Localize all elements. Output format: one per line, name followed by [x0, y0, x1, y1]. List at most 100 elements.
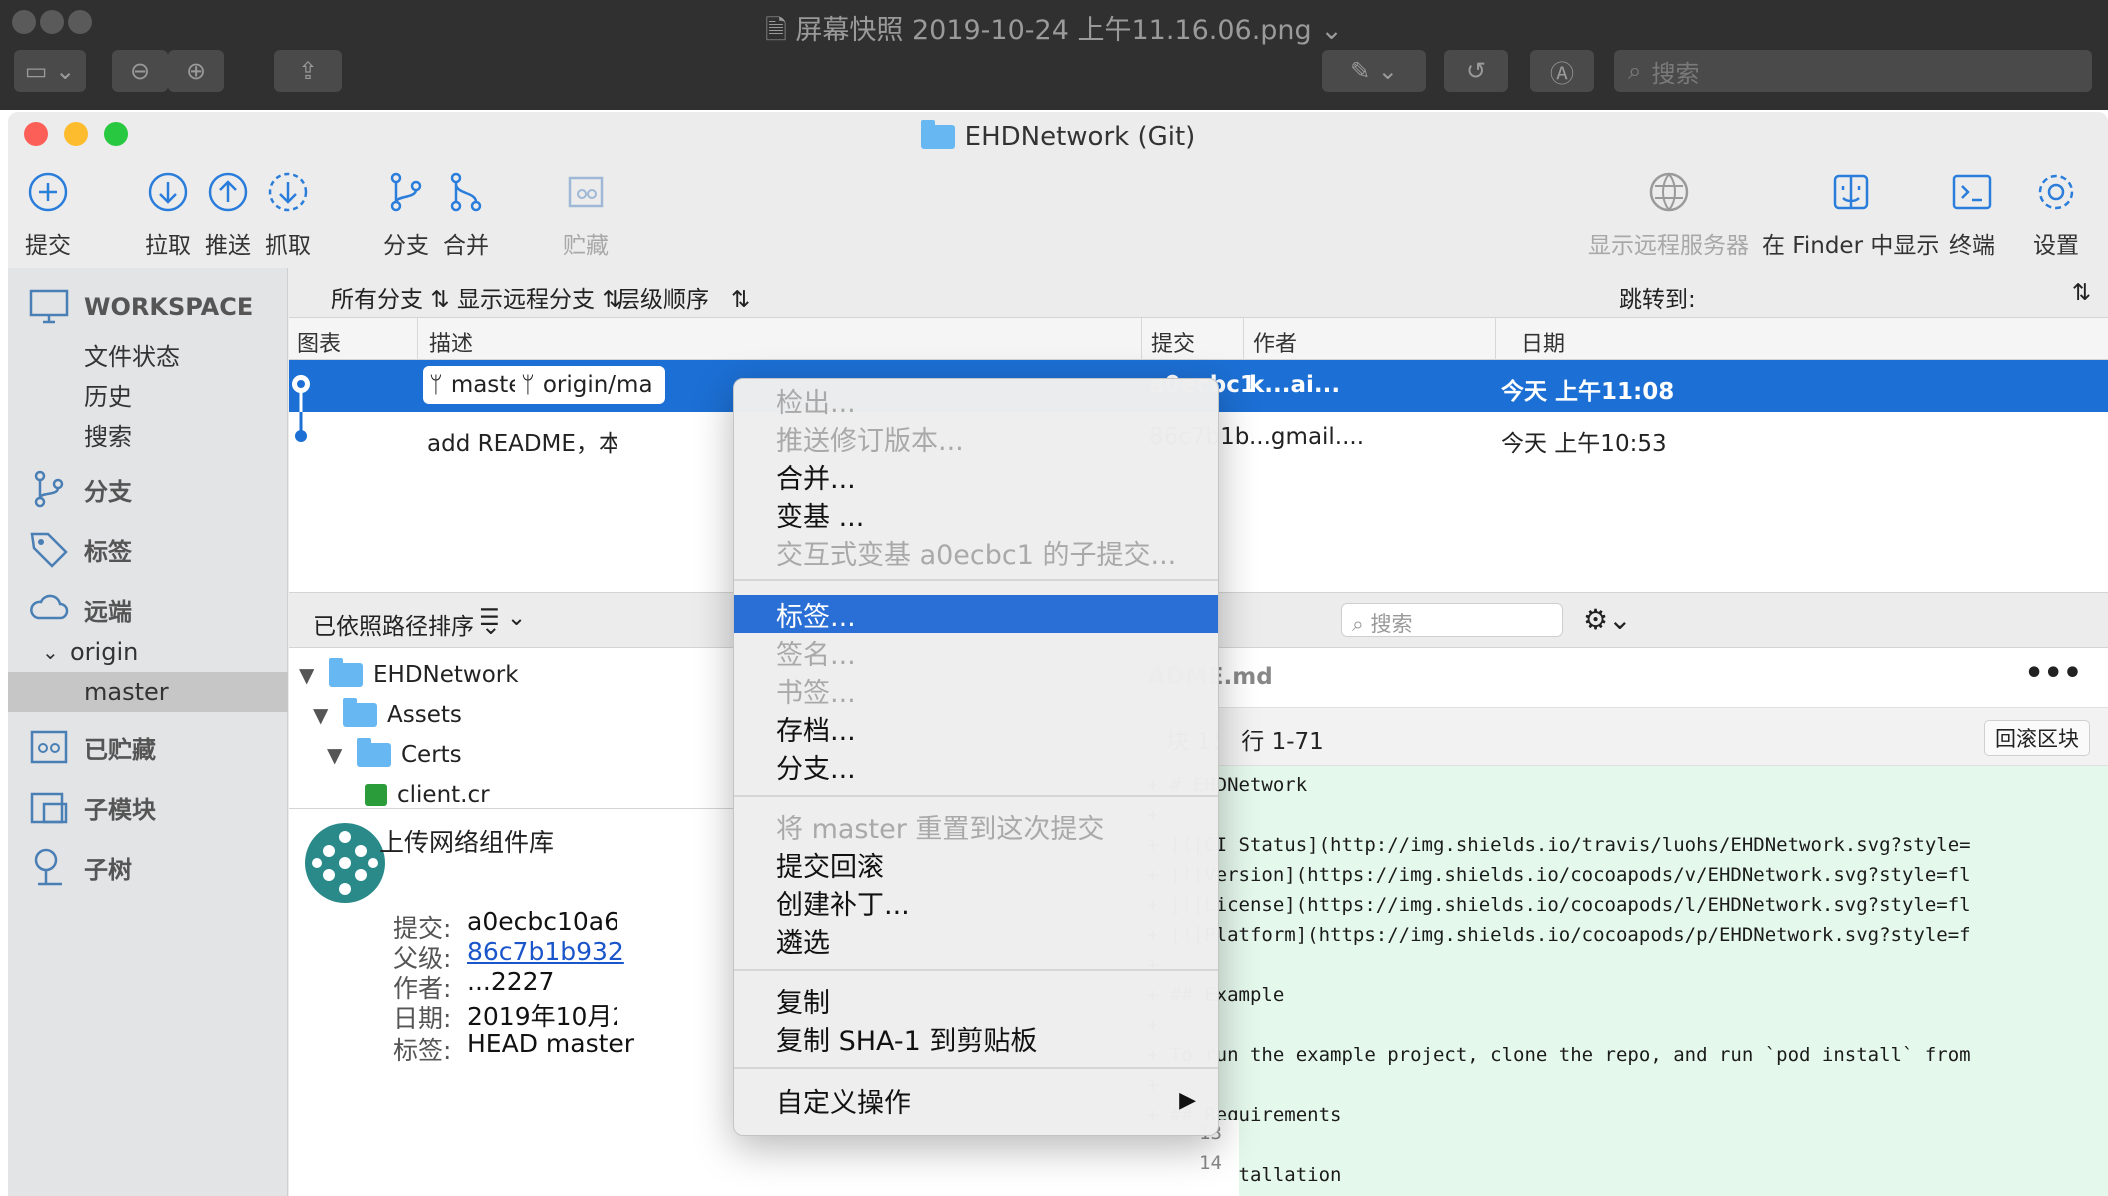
remote-branch-badge[interactable]: ᛘ origin/ma	[515, 366, 665, 404]
column-graph[interactable]: 图表	[297, 326, 341, 358]
menu-item-push-revision[interactable]: 推送修订版本...	[734, 419, 1218, 457]
sidebar-item-master[interactable]: master	[8, 672, 288, 712]
sidebar-item-remotes[interactable]: 远端	[28, 588, 308, 630]
disclosure-triangle-icon[interactable]: ▼	[299, 663, 319, 687]
sidebar-item-submodules[interactable]: 子模块	[28, 786, 308, 828]
menu-item-custom-actions[interactable]: 自定义操作 ▶	[734, 1081, 1218, 1119]
file-search-input[interactable]: ⌕ 搜索	[1341, 603, 1563, 637]
show-remote-select[interactable]: 显示远程分支 ⇅	[457, 280, 622, 314]
sidebar-item-history[interactable]: 历史	[8, 374, 288, 414]
branch-icon: ᛘ	[521, 372, 535, 398]
tree-item[interactable]: client.cr	[365, 782, 490, 808]
diff-line: + ## Installation	[1147, 1164, 1342, 1186]
merge-button[interactable]: 合并	[442, 168, 490, 260]
diff-line: + [![Platform](https://img.shields.io/co…	[1147, 924, 1971, 946]
column-description[interactable]: 描述	[429, 326, 473, 358]
diff-code: + # EHDNetwork + + [![CI Status](http://…	[1147, 766, 2108, 1196]
tree-item[interactable]: ▼ EHDNetwork	[299, 658, 519, 688]
push-button[interactable]: 推送	[204, 168, 252, 260]
menu-item-cherry-pick[interactable]: 遴选	[734, 921, 1218, 959]
menu-item-sign[interactable]: 签名...	[734, 633, 1218, 671]
diff-line: + To run the example project, clone the …	[1147, 1044, 1971, 1066]
jump-to-select[interactable]: 跳转到: ⇅	[1619, 280, 2099, 314]
zoom-in-button[interactable]: ⊕	[168, 50, 224, 92]
diff-line: +	[1147, 804, 2016, 826]
stash-button[interactable]: 贮藏	[562, 168, 610, 260]
pull-button[interactable]: 拉取	[144, 168, 192, 260]
branch-icon	[390, 172, 422, 212]
order-select[interactable]: 层级顺序 ⇅	[617, 280, 750, 314]
menu-separator	[734, 795, 1218, 797]
file-added-icon	[365, 784, 387, 806]
commit-button[interactable]: 提交	[24, 168, 72, 260]
arrow-up-circle-icon	[208, 172, 248, 212]
avatar	[305, 823, 385, 903]
sidebar-toggle-button[interactable]: ▭ ⌄	[14, 50, 86, 92]
window-title: EHDNetwork (Git)	[8, 120, 2108, 152]
disclosure-triangle-icon[interactable]: ▼	[313, 703, 333, 727]
folder-icon	[343, 698, 377, 727]
tree-item[interactable]: ▼ Assets	[313, 698, 462, 728]
sort-select[interactable]: 已依照路径排序 ⌄	[313, 607, 501, 641]
menu-item-tag[interactable]: 标签...	[734, 595, 1218, 633]
diff-line: + [![CI Status](http://img.shields.io/tr…	[1147, 834, 1971, 856]
diff-line: +	[1147, 1134, 2016, 1156]
preview-search-field[interactable]: ⌕ 搜索	[1614, 50, 2092, 92]
sidebar-item-file-status[interactable]: 文件状态	[8, 334, 288, 374]
menu-item-copy-sha[interactable]: 复制 SHA-1 到剪贴板	[734, 1019, 1218, 1057]
menu-item-archive[interactable]: 存档...	[734, 709, 1218, 747]
more-options-icon[interactable]: •••	[2024, 656, 2082, 691]
sidebar-item-branches[interactable]: 分支	[28, 468, 308, 510]
commit-author: k...ai...	[1249, 372, 1341, 398]
rotate-button[interactable]: ↺	[1444, 50, 1508, 92]
diff-line: +	[1147, 1014, 2016, 1036]
fetch-button[interactable]: 抓取	[264, 168, 312, 260]
sidebar-item-origin[interactable]: ⌄ origin	[8, 632, 288, 672]
all-branches-select[interactable]: 所有分支 ⇅	[331, 280, 450, 314]
finder-icon	[1833, 174, 1868, 210]
menu-item-interactive-rebase[interactable]: 交互式变基 a0ecbc1 的子提交...	[734, 533, 1218, 571]
annotate-button[interactable]: Ⓐ	[1530, 50, 1594, 92]
column-commit[interactable]: 提交	[1151, 326, 1195, 358]
sidebar-item-search[interactable]: 搜索	[8, 414, 288, 454]
column-author[interactable]: 作者	[1253, 326, 1297, 358]
menu-item-branch[interactable]: 分支...	[734, 747, 1218, 785]
stash-icon	[568, 176, 604, 208]
rollback-hunk-button[interactable]: 回滚区块	[1984, 720, 2090, 756]
filter-bar: 所有分支 ⇅ 显示远程分支 ⇅ 层级顺序 ⇅ 跳转到: ⇅	[289, 268, 2108, 318]
branch-icon	[34, 470, 64, 508]
gear-icon[interactable]: ⚙⌄	[1583, 603, 1632, 636]
sidebar-item-subtrees[interactable]: 子树	[28, 846, 308, 888]
disclosure-triangle-icon[interactable]: ▼	[327, 743, 347, 767]
share-button[interactable]: ⇪	[274, 50, 342, 92]
show-in-finder-button[interactable]: 在 Finder 中显示	[1762, 168, 1939, 260]
parent-link[interactable]: 86c7b1b932	[467, 937, 667, 966]
sidebar-item-tags[interactable]: 标签	[28, 528, 308, 570]
branch-button[interactable]: 分支	[382, 168, 430, 260]
zoom-out-button[interactable]: ⊖	[112, 50, 168, 92]
list-view-select[interactable]: ☰ ⌄	[479, 605, 526, 631]
column-date[interactable]: 日期	[1521, 326, 1565, 358]
markup-button[interactable]: ✎ ⌄	[1322, 50, 1426, 92]
menu-separator	[734, 579, 1218, 581]
settings-button[interactable]: 设置	[2032, 168, 2080, 260]
menu-item-merge[interactable]: 合并...	[734, 457, 1218, 495]
menu-item-create-patch[interactable]: 创建补丁...	[734, 883, 1218, 921]
terminal-button[interactable]: 终端	[1948, 168, 1996, 260]
date-value: 2019年10月24日 (	[467, 1002, 617, 1031]
menu-item-copy[interactable]: 复制	[734, 981, 1218, 1019]
menu-item-rebase[interactable]: 变基 ...	[734, 495, 1218, 533]
terminal-icon	[1952, 174, 1992, 210]
submenu-arrow-icon: ▶	[1179, 1087, 1196, 1113]
sidebar-item-stashes[interactable]: 已贮藏	[28, 726, 308, 768]
menu-item-bookmark[interactable]: 书签...	[734, 671, 1218, 709]
menu-item-reset[interactable]: 将 master 重置到这次提交	[734, 807, 1218, 845]
tree-item[interactable]: ▼ Certs	[327, 738, 462, 768]
menu-item-checkout[interactable]: 检出...	[734, 381, 1218, 419]
menu-item-revert[interactable]: 提交回滚	[734, 845, 1218, 883]
tags-value: HEAD master	[467, 1029, 635, 1058]
graph-node-icon	[292, 375, 310, 412]
commit-message: 上传网络组件库	[379, 828, 555, 857]
submodule-icon	[30, 792, 68, 824]
show-remote-button[interactable]: 显示远程服务器	[1588, 168, 1749, 260]
